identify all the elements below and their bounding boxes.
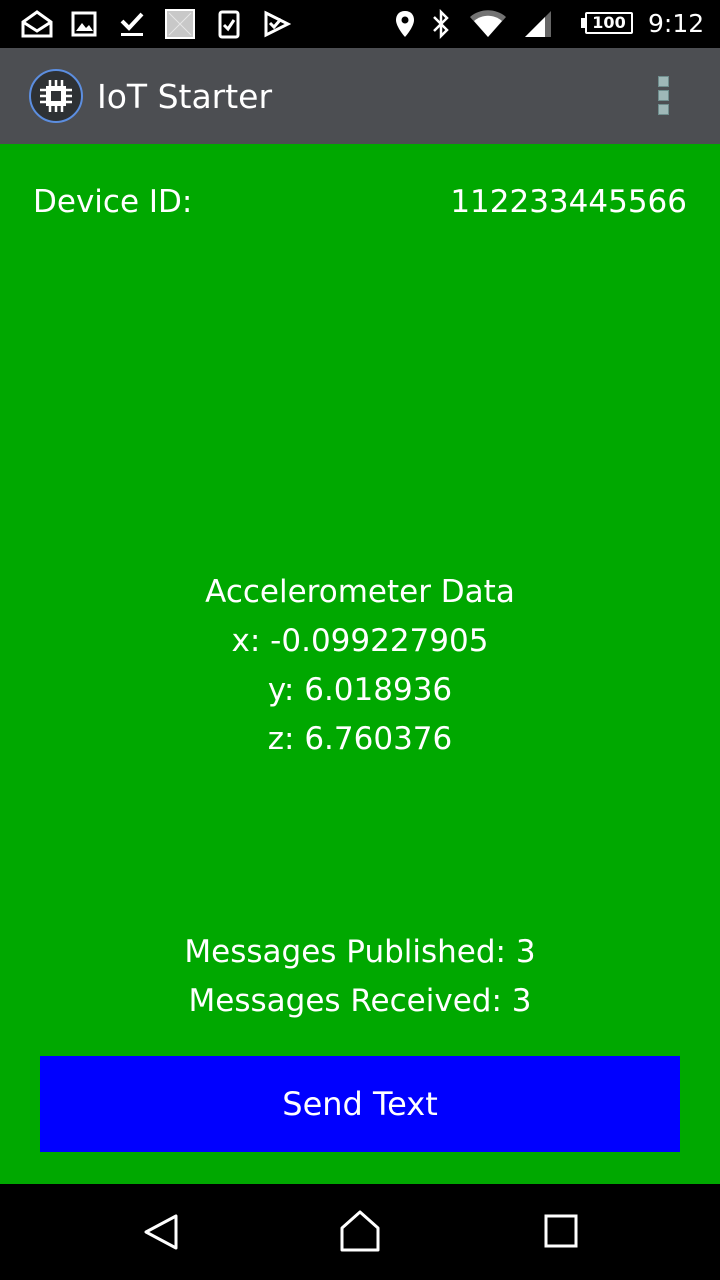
bluetooth-icon (430, 8, 452, 40)
clipboard-check-icon (216, 8, 242, 40)
recents-icon (544, 1214, 578, 1248)
mail-icon (20, 8, 54, 40)
overflow-menu-button[interactable] (648, 72, 680, 120)
accelerometer-title: Accelerometer Data (205, 574, 515, 610)
device-id-value: 112233445566 (450, 184, 687, 220)
image-icon (70, 8, 98, 40)
status-bar: 100 9:12 (0, 0, 720, 48)
app-screen: 100 9:12 IoT Starter Device ID: 11223344… (0, 0, 720, 1280)
task-check-icon (262, 8, 292, 40)
cell-signal-icon (522, 8, 554, 40)
wifi-icon (468, 8, 508, 40)
messages-received: Messages Received: 3 (188, 983, 532, 1019)
location-icon (394, 8, 416, 40)
app-title: IoT Starter (97, 77, 273, 116)
accelerometer-panel: Accelerometer Data x: -0.099227905 y: 6.… (0, 568, 720, 764)
chip-icon (28, 68, 84, 124)
accelerometer-x: x: -0.099227905 (231, 623, 489, 659)
accelerometer-z: z: 6.760376 (267, 721, 453, 757)
battery-icon: 100 (581, 12, 635, 36)
messages-published: Messages Published: 3 (184, 934, 536, 970)
download-done-icon (118, 8, 146, 40)
message-counters: Messages Published: 3 Messages Received:… (0, 928, 720, 1026)
recents-button[interactable] (538, 1208, 586, 1256)
home-icon (340, 1210, 380, 1252)
app-tile-icon (164, 8, 196, 40)
battery-level: 100 (585, 12, 633, 34)
accelerometer-y: y: 6.018936 (267, 672, 453, 708)
status-clock: 9:12 (648, 9, 705, 38)
overflow-menu-icon (658, 76, 669, 87)
device-id-label: Device ID: (33, 184, 193, 220)
send-text-button[interactable]: Send Text (40, 1056, 680, 1152)
back-icon (144, 1214, 178, 1250)
home-button[interactable] (336, 1208, 384, 1256)
back-button[interactable] (136, 1208, 184, 1256)
